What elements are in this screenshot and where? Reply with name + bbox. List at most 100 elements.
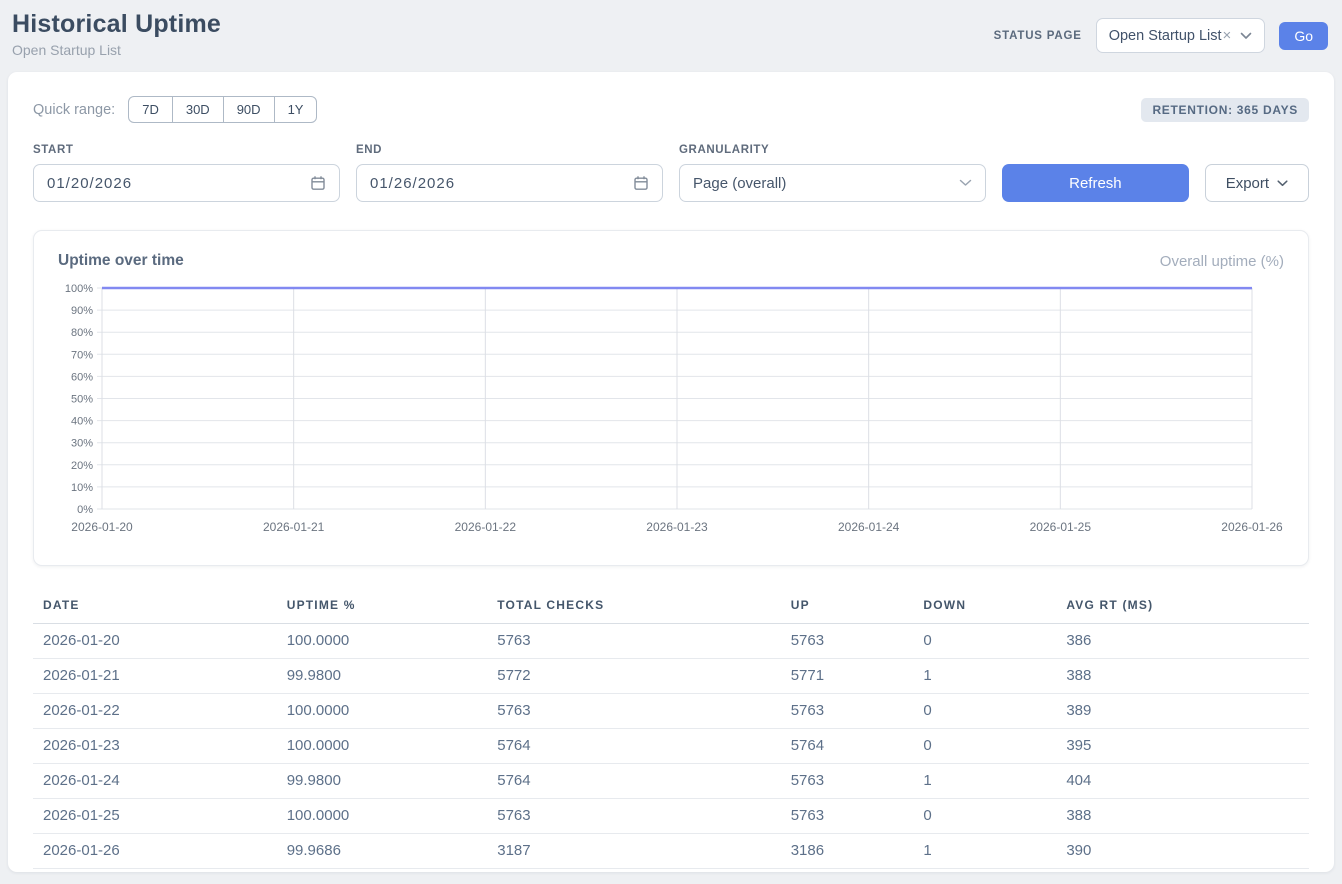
table-cell: 2026-01-21 — [33, 659, 277, 694]
quick-range-row: Quick range: 7D30D90D1Y RETENTION: 365 D… — [33, 96, 1309, 123]
svg-text:20%: 20% — [71, 460, 93, 472]
svg-text:40%: 40% — [71, 416, 93, 428]
table-cell: 386 — [1056, 624, 1309, 659]
start-label: START — [33, 144, 340, 156]
table-cell: 2026-01-26 — [33, 834, 277, 869]
quick-range-1y-button[interactable]: 1Y — [274, 96, 318, 123]
chart-title: Uptime over time — [58, 252, 184, 270]
table-cell: 395 — [1056, 729, 1309, 764]
svg-text:2026-01-20: 2026-01-20 — [71, 520, 133, 534]
table-row: 2026-01-2199.9800577257711388 — [33, 659, 1309, 694]
table-cell: 100.0000 — [277, 624, 488, 659]
svg-text:2026-01-25: 2026-01-25 — [1030, 520, 1092, 534]
header-actions: STATUS PAGE Open Startup List × Go — [994, 18, 1328, 53]
clear-selection-icon[interactable]: × — [1223, 27, 1232, 44]
table-cell: 3186 — [781, 834, 914, 869]
table-cell: 3187 — [487, 834, 780, 869]
table-cell: 5763 — [487, 799, 780, 834]
table-cell: 99.9800 — [277, 659, 488, 694]
table-cell: 2026-01-22 — [33, 694, 277, 729]
status-page-value: Open Startup List — [1109, 28, 1222, 44]
status-page-select[interactable]: Open Startup List × — [1096, 18, 1266, 53]
svg-text:2026-01-24: 2026-01-24 — [838, 520, 900, 534]
table-cell: 388 — [1056, 659, 1309, 694]
table-cell: 5764 — [487, 764, 780, 799]
table-cell: 0 — [913, 694, 1056, 729]
table-cell: 99.9686 — [277, 834, 488, 869]
table-cell: 1 — [913, 834, 1056, 869]
uptime-table-wrap: DATEUPTIME %TOTAL CHECKSUPDOWNAVG RT (MS… — [33, 590, 1309, 869]
column-header: UPTIME % — [277, 590, 488, 624]
quick-range-30d-button[interactable]: 30D — [172, 96, 224, 123]
svg-text:100%: 100% — [65, 283, 93, 295]
table-cell: 5771 — [781, 659, 914, 694]
table-cell: 5764 — [487, 729, 780, 764]
table-cell: 390 — [1056, 834, 1309, 869]
quick-range-90d-button[interactable]: 90D — [223, 96, 275, 123]
table-cell: 1 — [913, 764, 1056, 799]
calendar-icon[interactable] — [310, 175, 326, 191]
granularity-value: Page (overall) — [693, 175, 786, 192]
column-header: DATE — [33, 590, 277, 624]
table-header-row: DATEUPTIME %TOTAL CHECKSUPDOWNAVG RT (MS… — [33, 590, 1309, 624]
table-cell: 100.0000 — [277, 694, 488, 729]
chevron-down-icon — [1277, 180, 1288, 187]
filters-row: START 01/20/2026 END 01/26/2026 GRANULAR… — [33, 144, 1309, 202]
table-cell: 5763 — [781, 694, 914, 729]
page-header: Historical Uptime Open Startup List STAT… — [8, 0, 1334, 72]
quick-range-label: Quick range: — [33, 102, 115, 118]
go-button[interactable]: Go — [1279, 22, 1328, 50]
page-subtitle: Open Startup List — [12, 42, 221, 58]
table-cell: 100.0000 — [277, 799, 488, 834]
table-row: 2026-01-2699.9686318731861390 — [33, 834, 1309, 869]
start-field: START 01/20/2026 — [33, 144, 340, 202]
export-label: Export — [1226, 175, 1269, 192]
chevron-down-icon — [1240, 32, 1252, 40]
svg-text:90%: 90% — [71, 305, 93, 317]
table-body: 2026-01-20100.00005763576303862026-01-21… — [33, 624, 1309, 869]
granularity-label: GRANULARITY — [679, 144, 986, 156]
table-cell: 5772 — [487, 659, 780, 694]
table-cell: 389 — [1056, 694, 1309, 729]
svg-text:2026-01-23: 2026-01-23 — [646, 520, 708, 534]
svg-text:50%: 50% — [71, 394, 93, 406]
chart-card: Uptime over time Overall uptime (%) 0%10… — [33, 230, 1309, 566]
end-label: END — [356, 144, 663, 156]
end-field: END 01/26/2026 — [356, 144, 663, 202]
refresh-button[interactable]: Refresh — [1002, 164, 1189, 202]
uptime-table: DATEUPTIME %TOTAL CHECKSUPDOWNAVG RT (MS… — [33, 590, 1309, 869]
table-row: 2026-01-22100.0000576357630389 — [33, 694, 1309, 729]
page: Historical Uptime Open Startup List STAT… — [0, 0, 1342, 884]
status-page-label: STATUS PAGE — [994, 30, 1082, 42]
table-cell: 0 — [913, 799, 1056, 834]
table-cell: 2026-01-20 — [33, 624, 277, 659]
table-cell: 0 — [913, 729, 1056, 764]
export-button[interactable]: Export — [1205, 164, 1309, 202]
table-cell: 0 — [913, 624, 1056, 659]
table-cell: 1 — [913, 659, 1056, 694]
table-cell: 2026-01-24 — [33, 764, 277, 799]
column-header: UP — [781, 590, 914, 624]
table-cell: 404 — [1056, 764, 1309, 799]
chart-legend: Overall uptime (%) — [1160, 253, 1284, 270]
table-cell: 2026-01-23 — [33, 729, 277, 764]
table-cell: 388 — [1056, 799, 1309, 834]
svg-text:2026-01-22: 2026-01-22 — [455, 520, 517, 534]
table-cell: 5763 — [781, 764, 914, 799]
page-title: Historical Uptime — [12, 10, 221, 39]
quick-range-7d-button[interactable]: 7D — [128, 96, 173, 123]
table-row: 2026-01-23100.0000576457640395 — [33, 729, 1309, 764]
main-card: Quick range: 7D30D90D1Y RETENTION: 365 D… — [8, 72, 1334, 872]
chevron-down-icon — [959, 179, 972, 187]
table-cell: 5763 — [487, 624, 780, 659]
start-date-input[interactable]: 01/20/2026 — [33, 164, 340, 202]
calendar-icon[interactable] — [633, 175, 649, 191]
svg-text:2026-01-26: 2026-01-26 — [1221, 520, 1283, 534]
granularity-select[interactable]: Page (overall) — [679, 164, 986, 202]
table-row: 2026-01-25100.0000576357630388 — [33, 799, 1309, 834]
table-cell: 100.0000 — [277, 729, 488, 764]
table-row: 2026-01-20100.0000576357630386 — [33, 624, 1309, 659]
end-date-input[interactable]: 01/26/2026 — [356, 164, 663, 202]
svg-text:30%: 30% — [71, 438, 93, 450]
svg-text:70%: 70% — [71, 349, 93, 361]
